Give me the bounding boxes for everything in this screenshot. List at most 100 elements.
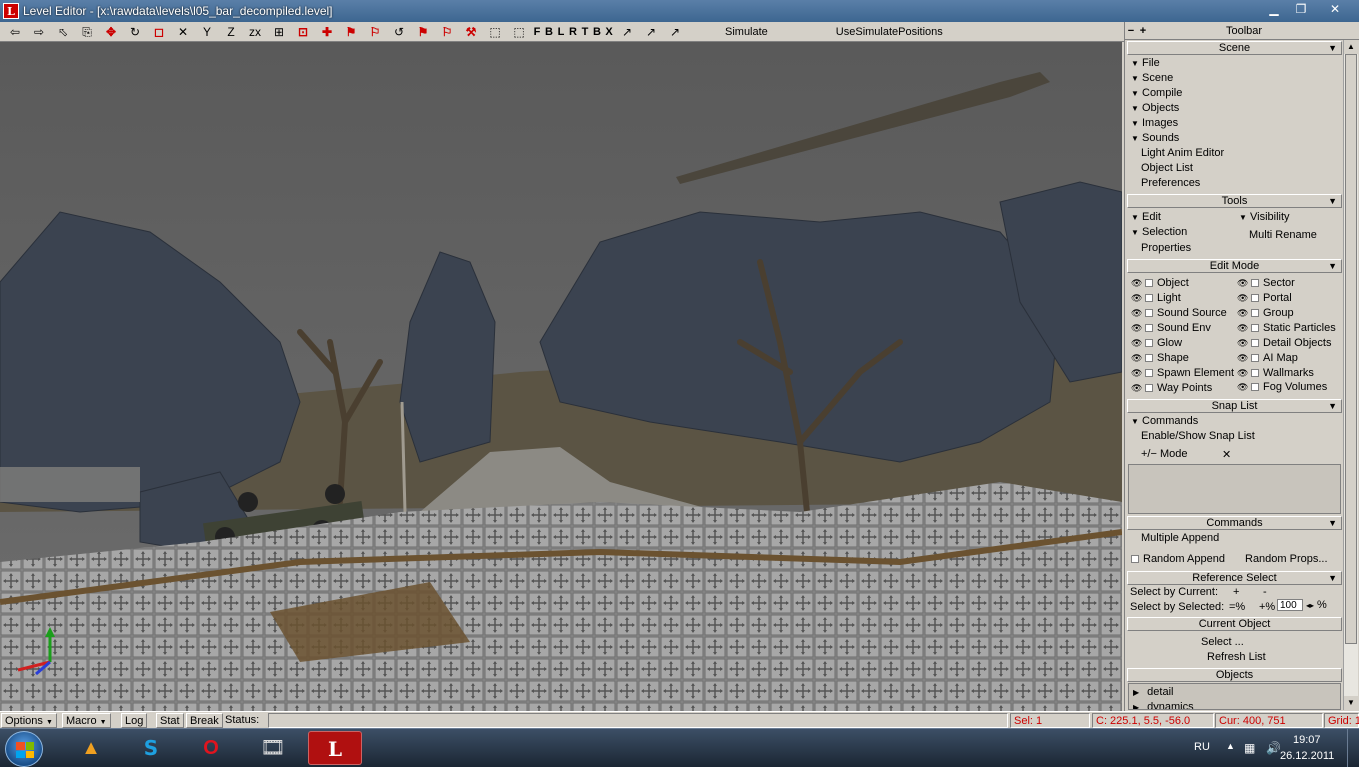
view-top-button[interactable]: T <box>579 23 591 41</box>
axis-zx-icon[interactable]: zx <box>243 23 267 41</box>
checkbox[interactable] <box>1145 324 1153 333</box>
opera-browser-icon[interactable]: O <box>184 731 238 765</box>
eye-icon[interactable]: 👁 <box>1237 308 1248 319</box>
log-button[interactable]: Log <box>121 713 148 728</box>
checkbox[interactable] <box>1145 354 1153 363</box>
tools-selection-menu[interactable]: ▼ Selection <box>1131 226 1187 238</box>
tree-item-detail[interactable]: ▶ detail <box>1133 686 1173 698</box>
edit-mode-static-particles[interactable]: 👁 Static Particles <box>1237 322 1336 334</box>
scale-snap-icon[interactable]: ⚒ <box>459 23 483 41</box>
camera-arcball-icon[interactable]: ↗ <box>639 23 663 41</box>
tools-edit-menu[interactable]: ▼ Edit <box>1131 211 1161 223</box>
axis-x-icon[interactable]: ✕ <box>171 23 195 41</box>
checkbox[interactable] <box>1251 279 1259 288</box>
language-indicator[interactable]: RU <box>1194 741 1210 753</box>
start-button[interactable] <box>5 731 43 767</box>
random-props-button[interactable]: Random Props... <box>1245 553 1328 565</box>
view-right-button[interactable]: R <box>567 23 579 41</box>
multi-rename-button[interactable]: Multi Rename <box>1249 229 1317 241</box>
use-simulate-positions-button[interactable]: UseSimulatePositions <box>836 26 943 38</box>
edit-mode-sound-env[interactable]: 👁 Sound Env <box>1131 322 1211 334</box>
snap-list-section-header[interactable]: Snap List ▼ <box>1127 399 1342 413</box>
3d-viewport[interactable] <box>0 42 1122 711</box>
edit-mode-wallmarks[interactable]: 👁 Wallmarks <box>1237 367 1314 379</box>
eye-icon[interactable]: 👁 <box>1131 308 1142 319</box>
eye-icon[interactable]: 👁 <box>1237 293 1248 304</box>
scene-menu-file[interactable]: ▼ File <box>1131 57 1160 69</box>
scale-icon[interactable]: ◻ <box>147 23 171 41</box>
edit-mode-way-points[interactable]: 👁 Way Points <box>1131 382 1212 394</box>
maximize-button[interactable]: ❐ <box>1288 0 1314 18</box>
rotate-icon[interactable]: ↻ <box>123 23 147 41</box>
checkbox[interactable] <box>1251 383 1259 392</box>
tree-item-dynamics[interactable]: ▶ dynamics <box>1133 701 1194 709</box>
stalker-launcher-icon[interactable]: ▲ <box>64 731 118 765</box>
checkbox[interactable] <box>1251 354 1259 363</box>
select-object-button[interactable]: Select ... <box>1201 636 1244 648</box>
snap-commands-menu[interactable]: ▼ Commands <box>1131 415 1198 427</box>
edit-mode-glow[interactable]: 👁 Glow <box>1131 337 1182 349</box>
view-back-button[interactable]: B <box>543 23 555 41</box>
view-front-button[interactable]: F <box>531 23 543 41</box>
add-object-icon[interactable]: ⎘ <box>75 23 99 41</box>
checkbox[interactable] <box>1251 309 1259 318</box>
multiple-append-button[interactable]: Multiple Append <box>1141 532 1219 544</box>
stat-button[interactable]: Stat <box>156 713 184 728</box>
edit-mode-fog-volumes[interactable]: 👁 Fog Volumes <box>1237 381 1327 393</box>
eye-icon[interactable]: 👁 <box>1237 353 1248 364</box>
eye-icon[interactable]: 👁 <box>1131 278 1142 289</box>
tools-section-header[interactable]: Tools ▼ <box>1127 194 1342 208</box>
clock-time[interactable]: 19:07 <box>1293 734 1321 746</box>
edit-mode-ai-map[interactable]: 👁 AI Map <box>1237 352 1298 364</box>
zoom-extents-icon[interactable]: ⬚ <box>483 23 507 41</box>
options-button[interactable]: Options ▼ <box>1 713 57 728</box>
tray-expand-icon[interactable]: ▲ <box>1226 741 1235 751</box>
objects-tree[interactable]: ▶ detail ▶ dynamics <box>1128 683 1341 710</box>
edit-mode-group[interactable]: 👁 Group <box>1237 307 1294 319</box>
view-reset-button[interactable]: X <box>603 23 615 41</box>
minimize-button[interactable]: ▁ <box>1261 0 1287 18</box>
checkbox[interactable] <box>1251 339 1259 348</box>
simulate-button[interactable]: Simulate <box>725 26 768 38</box>
edit-mode-spawn-element[interactable]: 👁 Spawn Element <box>1131 367 1234 379</box>
checkbox[interactable] <box>1251 324 1259 333</box>
edit-mode-section-header[interactable]: Edit Mode ▼ <box>1127 259 1342 273</box>
random-append-checkbox[interactable]: Random Append <box>1131 553 1225 565</box>
properties-button[interactable]: Properties <box>1141 242 1191 254</box>
expand-all-button[interactable]: + <box>1137 25 1149 37</box>
skype-icon[interactable]: S <box>124 731 178 765</box>
move-icon[interactable]: ✥ <box>99 23 123 41</box>
axis-z-icon[interactable]: Z <box>219 23 243 41</box>
arrow-right-icon[interactable]: ⇨ <box>27 23 51 41</box>
break-button[interactable]: Break <box>186 713 223 728</box>
edit-mode-object[interactable]: 👁 Object <box>1131 277 1189 289</box>
vertex-snap-icon[interactable]: ⚐ <box>363 23 387 41</box>
move-to-snap-icon[interactable]: ⚑ <box>339 23 363 41</box>
grid-snap-icon[interactable]: ⊡ <box>291 23 315 41</box>
snap-list-box[interactable] <box>1128 464 1341 514</box>
scene-menu-compile[interactable]: ▼ Compile <box>1131 87 1182 99</box>
checkbox[interactable] <box>1145 279 1153 288</box>
tools-visibility-menu[interactable]: ▼ Visibility <box>1239 211 1290 223</box>
snap-clear-button[interactable]: ✕ <box>1222 448 1231 461</box>
objects-section-header[interactable]: Objects <box>1127 668 1342 682</box>
eye-icon[interactable]: 👁 <box>1237 382 1248 393</box>
eye-icon[interactable]: 👁 <box>1237 323 1248 334</box>
checkbox[interactable] <box>1145 309 1153 318</box>
normal-alignment-icon[interactable]: ↺ <box>387 23 411 41</box>
scroll-down-icon[interactable]: ▼ <box>1344 696 1358 710</box>
rotate-snap-icon[interactable]: ⚑ <box>411 23 435 41</box>
select-cursor-icon[interactable]: ⬁ <box>51 23 75 41</box>
eye-icon[interactable]: 👁 <box>1131 323 1142 334</box>
current-object-section-header[interactable]: Current Object <box>1127 617 1342 631</box>
edit-mode-detail-objects[interactable]: 👁 Detail Objects <box>1237 337 1331 349</box>
video-player-icon[interactable]: 🎞 <box>246 731 300 765</box>
macro-button[interactable]: Macro ▼ <box>62 713 111 728</box>
object-snap-icon[interactable]: ✚ <box>315 23 339 41</box>
select-equal-percent-button[interactable]: =% <box>1229 601 1245 613</box>
axis-y-icon[interactable]: Y <box>195 23 219 41</box>
eye-icon[interactable]: 👁 <box>1131 338 1142 349</box>
scroll-up-icon[interactable]: ▲ <box>1344 40 1358 54</box>
view-bottom-button[interactable]: B <box>591 23 603 41</box>
edit-mode-light[interactable]: 👁 Light <box>1131 292 1181 304</box>
